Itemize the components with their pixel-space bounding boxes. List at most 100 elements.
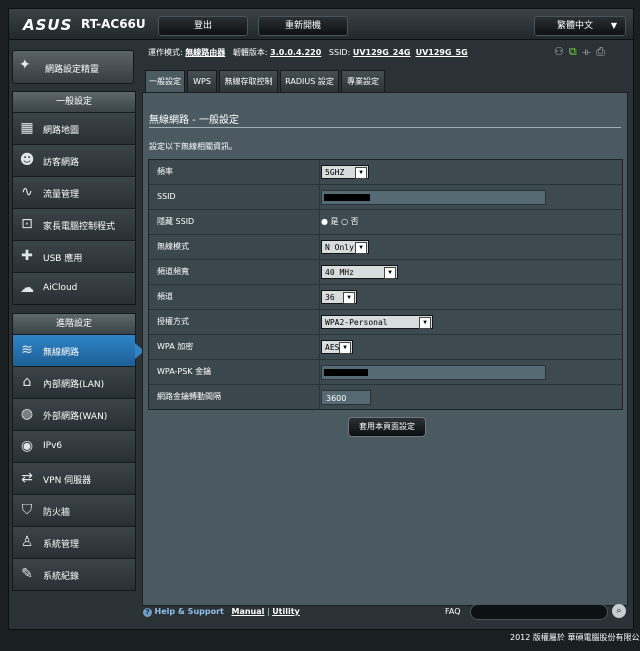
sidebar-item-vpn-server[interactable]: ⇄ VPN 伺服器 <box>13 462 135 494</box>
wpa-encryption-select[interactable]: AES ▼ <box>321 340 353 354</box>
printer-icon[interactable]: ⎙ <box>596 45 610 58</box>
advanced-section: 進階設定 ≋ 無線網路 ⌂ 內部網路(LAN) ◍ 外部網路(WAN) ◉ IP… <box>12 313 144 591</box>
wireless-mode-value: N Only <box>325 243 354 252</box>
sidebar-item-aicloud[interactable]: ☁ AiCloud <box>13 272 135 304</box>
faq-search-input[interactable] <box>470 604 608 620</box>
auth-method-value: WPA2-Personal <box>325 318 388 327</box>
row-hide-ssid: 隱藏 SSID ● 是 ○ 否 <box>149 210 622 235</box>
admin-user-icon: ♙ <box>20 534 34 550</box>
sidebar-item-guest-network[interactable]: ☻ 訪客網路 <box>13 144 135 176</box>
separator: | <box>266 607 270 616</box>
sidebar-item-label: 網路地圖 <box>43 126 80 136</box>
page-title: 無線網路 - 一般設定 <box>149 115 239 126</box>
utility-link[interactable]: Utility <box>272 607 300 616</box>
row-psk-key: WPA-PSK 金鑰 <box>149 360 622 385</box>
sidebar-item-parental-control[interactable]: ⊡ 家長電腦控制程式 <box>13 208 135 240</box>
page-description: 設定以下無線相關資訊。 <box>149 142 237 151</box>
bandwidth-select[interactable]: 40 MHz ▼ <box>321 265 398 279</box>
firmware-link[interactable]: 3.0.0.4.220 <box>270 48 321 57</box>
sidebar-item-label: 家長電腦控制程式 <box>43 222 116 232</box>
usb-icon[interactable]: ⟛ <box>582 45 596 58</box>
auth-method-select[interactable]: WPA2-Personal ▼ <box>321 315 433 329</box>
key-rotation-input[interactable]: 3600 <box>321 390 371 405</box>
clients-icon[interactable]: ⚇ <box>554 45 569 58</box>
logout-button[interactable]: 登出 <box>158 16 248 36</box>
sidebar-item-usb-application[interactable]: ✚ USB 應用 <box>13 240 135 272</box>
vpn-icon: ⇄ <box>21 470 33 486</box>
field-label: 頻道 <box>149 285 320 309</box>
sidebar-item-label: 防火牆 <box>43 508 71 518</box>
asus-logo: ASUS <box>23 16 73 34</box>
channel-select[interactable]: 36 ▼ <box>321 290 357 304</box>
puzzle-icon: ✚ <box>21 248 33 264</box>
language-select[interactable]: 繁體中文 ▼ <box>534 16 626 36</box>
copyright: 2012 版權屬於 華碩電腦股份有限公司 <box>510 633 640 642</box>
field-label: WPA 加密 <box>149 335 320 359</box>
sidebar-item-label: 流量管理 <box>43 190 80 200</box>
sidebar-item-wireless[interactable]: ≋ 無線網路 <box>13 334 144 366</box>
model-name: RT-AC66U <box>81 17 146 31</box>
sidebar-item-system-log[interactable]: ✎ 系統紀錄 <box>13 558 135 590</box>
quick-setup-label: 網路設定精靈 <box>45 65 100 75</box>
ssid-label: SSID: <box>328 48 351 57</box>
band-select[interactable]: 5GHZ ▼ <box>321 165 369 179</box>
tab-radius[interactable]: RADIUS 設定 <box>280 70 339 93</box>
sidebar-item-traffic-manager[interactable]: ∿ 流量管理 <box>13 176 135 208</box>
operation-mode-label: 運作模式: <box>148 48 183 57</box>
reboot-button[interactable]: 重新開機 <box>258 16 348 36</box>
tab-wps[interactable]: WPS <box>187 70 217 93</box>
redacted-value <box>324 194 370 201</box>
field-label: 網路金鑰轉動間隔 <box>149 385 320 409</box>
top-bar: ASUS RT-AC66U 登出 重新開機 繁體中文 ▼ <box>9 9 633 40</box>
cloud-icon: ☁ <box>20 280 34 296</box>
row-channel: 頻道 36 ▼ <box>149 285 622 310</box>
network-status-icon[interactable]: ⧉ <box>569 45 582 58</box>
status-icons: ⚇⧉⟛⎙ <box>554 45 610 59</box>
sidebar-item-label: USB 應用 <box>43 254 83 264</box>
row-bandwidth: 頻道頻寬 40 MHz ▼ <box>149 260 622 285</box>
magic-wand-icon: ✦ <box>19 57 31 73</box>
radio-yes[interactable]: ● <box>321 217 328 226</box>
chevron-down-icon: ▼ <box>384 267 396 279</box>
field-label: SSID <box>149 185 320 209</box>
field-label: 頻率 <box>149 160 320 184</box>
tab-general[interactable]: 一般設定 <box>145 70 185 93</box>
chevron-down-icon: ▼ <box>355 167 367 179</box>
ssid-input[interactable] <box>321 190 546 205</box>
sidebar-item-label: VPN 伺服器 <box>43 476 92 486</box>
lock-icon: ⊡ <box>21 216 33 232</box>
quick-setup-button[interactable]: ✦ 網路設定精靈 <box>12 50 134 84</box>
general-section: 一般設定 ▦ 網路地圖 ☻ 訪客網路 ∿ 流量管理 ⊡ 家長電腦控制程式 ✚ U… <box>12 91 136 305</box>
sidebar-item-label: 無線網路 <box>43 348 80 358</box>
field-label: 頻道頻寬 <box>149 260 320 284</box>
field-label: WPA-PSK 金鑰 <box>149 360 320 384</box>
manual-link[interactable]: Manual <box>232 607 265 616</box>
sidebar-item-lan[interactable]: ⌂ 內部網路(LAN) <box>13 366 135 398</box>
radio-yes-label: 是 <box>330 217 339 226</box>
bandwidth-value: 40 MHz <box>325 268 354 277</box>
help-label: Help & Support <box>154 607 224 616</box>
sidebar-item-wan[interactable]: ◍ 外部網路(WAN) <box>13 398 135 430</box>
row-auth-method: 授權方式 WPA2-Personal ▼ <box>149 310 622 335</box>
field-label: 授權方式 <box>149 310 320 334</box>
guest-users-icon: ☻ <box>19 152 35 168</box>
row-wpa-encryption: WPA 加密 AES ▼ <box>149 335 622 360</box>
apply-button[interactable]: 套用本頁面設定 <box>348 417 426 437</box>
help-icon: ? <box>143 608 152 617</box>
tab-professional[interactable]: 專業設定 <box>341 70 385 93</box>
ssid-24g-link[interactable]: UV129G_24G <box>353 48 411 57</box>
radio-no[interactable]: ○ <box>341 217 348 226</box>
sidebar-item-network-map[interactable]: ▦ 網路地圖 <box>13 112 135 144</box>
sidebar-item-label: 訪客網路 <box>43 158 80 168</box>
psk-key-input[interactable] <box>321 365 546 380</box>
tab-access-control[interactable]: 無線存取控制 <box>219 70 278 93</box>
sidebar-item-ipv6[interactable]: ◉ IPv6 <box>13 430 135 462</box>
firmware-label: 韌體版本: <box>232 48 268 57</box>
sidebar-item-administration[interactable]: ♙ 系統管理 <box>13 526 135 558</box>
operation-mode-link[interactable]: 無線路由器 <box>185 48 225 57</box>
search-icon[interactable]: ⌕ <box>612 604 626 618</box>
sidebar-item-label: 系統紀錄 <box>43 572 80 582</box>
wireless-mode-select[interactable]: N Only ▼ <box>321 240 369 254</box>
ssid-5g-link[interactable]: UV129G_5G <box>416 48 468 57</box>
sidebar-item-firewall[interactable]: ⛉ 防火牆 <box>13 494 135 526</box>
